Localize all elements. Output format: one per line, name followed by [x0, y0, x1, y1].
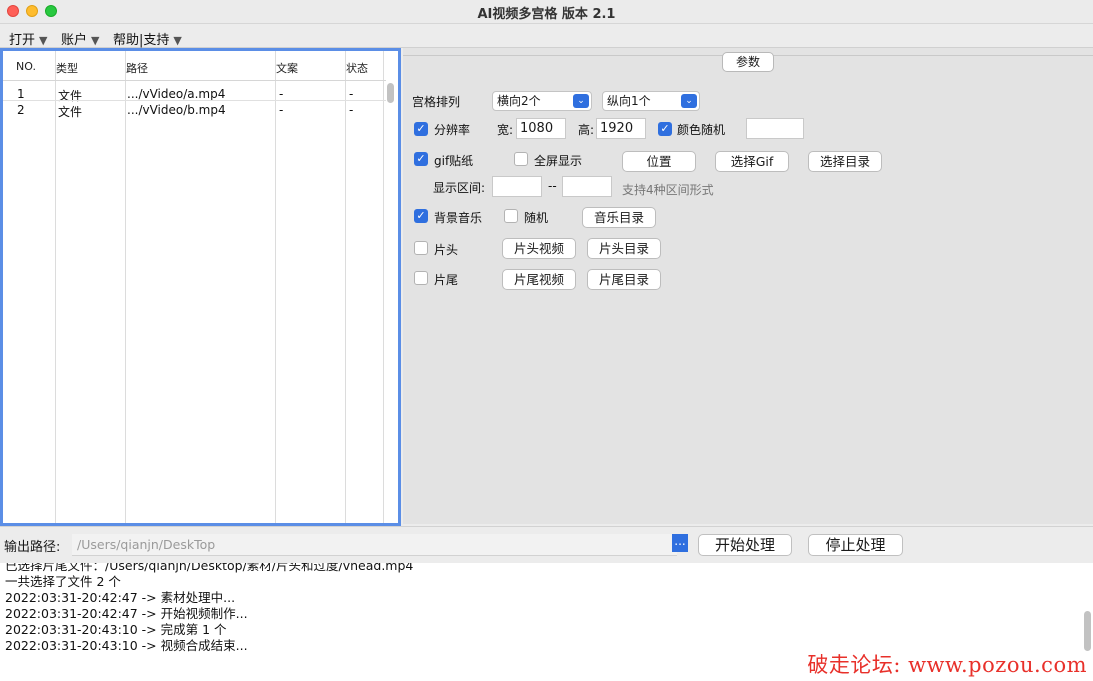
row-copy: - — [279, 103, 284, 117]
select-gif-button[interactable]: 选择Gif — [715, 151, 789, 172]
stop-processing-button[interactable]: 停止处理 — [808, 534, 903, 556]
random-label: 随机 — [524, 211, 549, 225]
column-header-copy[interactable]: 文案 — [276, 60, 298, 76]
gif-label: gif贴纸 — [434, 154, 474, 168]
color-random-checkbox[interactable]: ✓ — [658, 122, 672, 136]
height-label: 高: — [578, 123, 595, 137]
window-title: AI视频多宫格 版本 2.1 — [477, 7, 616, 22]
params-panel: 参数 宫格排列 横向2个 ⌄ 纵向1个 ⌄ ✓ 分辨率 宽: 1080 高: 1… — [403, 48, 1093, 524]
column-header-path[interactable]: 路径 — [126, 60, 148, 76]
output-path-label: 输出路径: — [4, 540, 61, 555]
menu-bar: 打开 ▼ 账户 ▼ 帮助|支持 ▼ — [0, 24, 1093, 48]
header-divider — [3, 80, 386, 81]
range-hint: 支持4种区间形式 — [622, 183, 714, 197]
column-divider — [383, 51, 384, 523]
menu-help-label: 帮助|支持 — [113, 33, 170, 48]
row-no: 2 — [17, 103, 25, 117]
watermark: 破走论坛: www.pozou.com — [807, 653, 1087, 677]
chevron-down-icon: ▼ — [173, 34, 182, 47]
column-divider — [125, 51, 126, 523]
column-divider — [55, 51, 56, 523]
row-copy: - — [279, 87, 284, 101]
random-checkbox[interactable] — [504, 209, 518, 223]
row-status: - — [349, 87, 354, 101]
column-header-type[interactable]: 类型 — [56, 60, 78, 76]
vertical-count-value: 纵向1个 — [607, 94, 651, 108]
horizontal-count-value: 横向2个 — [497, 94, 541, 108]
resolution-label: 分辨率 — [434, 123, 471, 137]
horizontal-count-select[interactable]: 横向2个 ⌄ — [492, 91, 592, 111]
file-list-table[interactable]: NO. 类型 路径 文案 状态 1 文件 .../vVideo/a.mp4 - … — [0, 48, 401, 526]
log-line: 2022:03:31-20:43:10 -> 视频合成结束... — [5, 638, 248, 653]
list-scrollbar[interactable] — [387, 83, 394, 103]
row-no: 1 — [17, 87, 25, 101]
color-random-label: 颜色随机 — [677, 123, 726, 137]
start-processing-button[interactable]: 开始处理 — [698, 534, 792, 556]
width-field[interactable]: 1080 — [516, 118, 566, 139]
menu-help[interactable]: 帮助|支持 ▼ — [113, 29, 182, 48]
bgm-checkbox[interactable]: ✓ — [414, 209, 428, 223]
column-divider — [345, 51, 346, 523]
chevron-down-icon: ⌄ — [573, 94, 589, 108]
bgm-label: 背景音乐 — [434, 211, 483, 225]
music-directory-button[interactable]: 音乐目录 — [582, 207, 656, 228]
intro-checkbox[interactable] — [414, 241, 428, 255]
browse-button[interactable]: ... — [672, 534, 688, 552]
title-bar: AI视频多宫格 版本 2.1 — [0, 0, 1093, 24]
position-button[interactable]: 位置 — [622, 151, 696, 172]
gif-checkbox[interactable]: ✓ — [414, 152, 428, 166]
range-end-field[interactable] — [562, 176, 612, 197]
intro-directory-button[interactable]: 片头目录 — [587, 238, 661, 259]
row-type: 文件 — [58, 89, 83, 103]
range-separator: -- — [548, 179, 557, 193]
menu-open-label: 打开 — [9, 33, 36, 48]
row-path: .../vVideo/b.mp4 — [127, 103, 226, 117]
display-range-label: 显示区间: — [433, 181, 486, 195]
fullscreen-label: 全屏显示 — [534, 154, 583, 168]
row-type: 文件 — [58, 105, 83, 119]
select-directory-button[interactable]: 选择目录 — [808, 151, 882, 172]
resolution-checkbox[interactable]: ✓ — [414, 122, 428, 136]
intro-label: 片头 — [434, 243, 459, 257]
log-scrollbar[interactable] — [1084, 611, 1091, 651]
column-header-status[interactable]: 状态 — [346, 60, 368, 76]
tab-params[interactable]: 参数 — [722, 52, 774, 72]
width-label: 宽: — [497, 123, 514, 137]
range-start-field[interactable] — [492, 176, 542, 197]
chevron-down-icon: ▼ — [39, 34, 48, 47]
outro-checkbox[interactable] — [414, 271, 428, 285]
column-header-no[interactable]: NO. — [16, 60, 36, 73]
vertical-count-select[interactable]: 纵向1个 ⌄ — [602, 91, 700, 111]
chevron-down-icon: ▼ — [91, 34, 100, 47]
log-area[interactable]: 已选择片尾文件：/Users/qianjn/Desktop/素材/片头和过度/v… — [0, 563, 1093, 681]
outro-video-button[interactable]: 片尾视频 — [502, 269, 576, 290]
chevron-down-icon: ⌄ — [681, 94, 697, 108]
row-status: - — [349, 103, 354, 117]
height-field[interactable]: 1920 — [596, 118, 646, 139]
menu-account-label: 账户 — [61, 33, 88, 48]
outro-label: 片尾 — [434, 273, 459, 287]
intro-video-button[interactable]: 片头视频 — [502, 238, 576, 259]
output-bar: 输出路径: /Users/qianjn/DeskTop ... 开始处理 停止处… — [0, 526, 1093, 563]
row-path: .../vVideo/a.mp4 — [127, 87, 226, 101]
menu-open[interactable]: 打开 ▼ — [9, 29, 47, 48]
outro-directory-button[interactable]: 片尾目录 — [587, 269, 661, 290]
fullscreen-checkbox[interactable] — [514, 152, 528, 166]
menu-account[interactable]: 账户 ▼ — [61, 29, 99, 48]
grid-arrangement-label: 宫格排列 — [412, 95, 461, 109]
column-divider — [275, 51, 276, 523]
row-divider — [3, 100, 386, 101]
output-path-field[interactable]: /Users/qianjn/DeskTop — [72, 534, 677, 556]
color-field[interactable] — [746, 118, 804, 139]
